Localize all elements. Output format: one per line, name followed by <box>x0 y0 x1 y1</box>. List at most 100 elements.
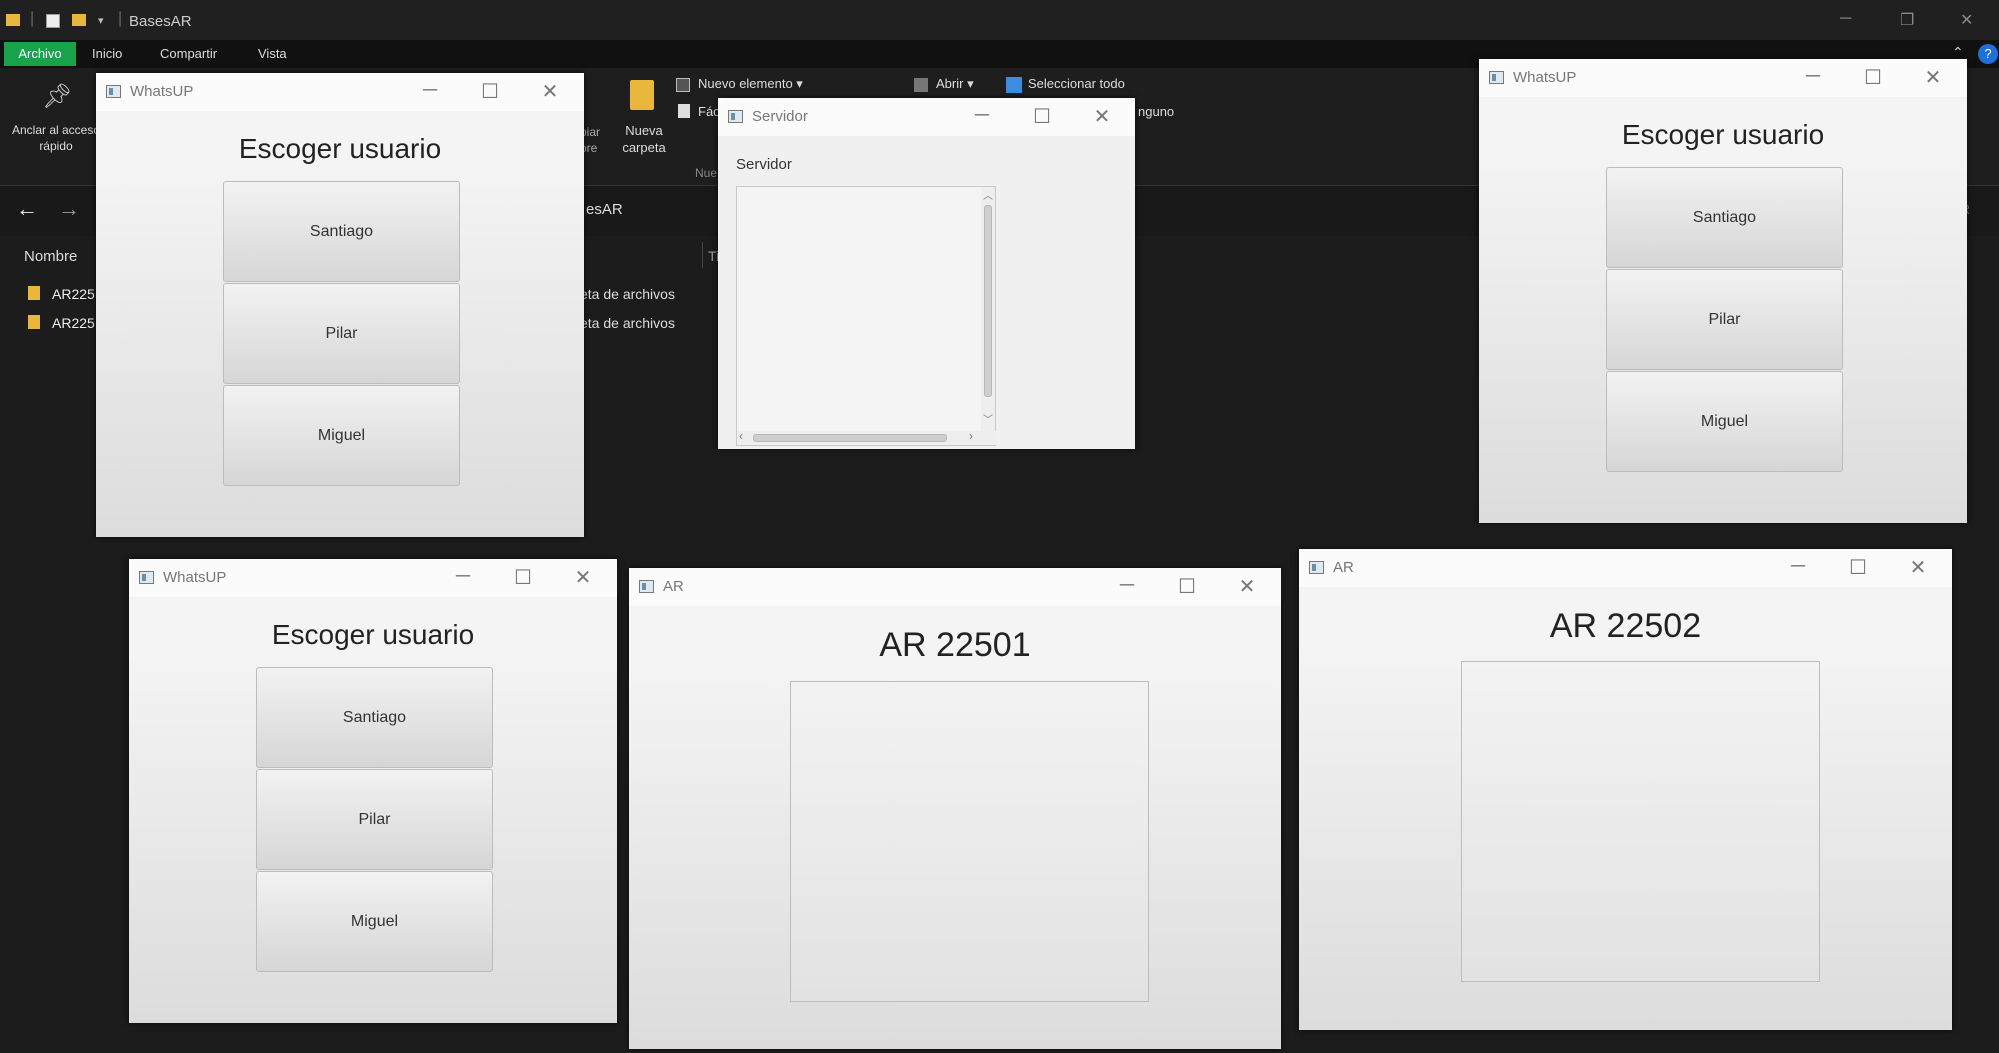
maximize-icon[interactable]: ☐ <box>509 565 537 590</box>
close-icon[interactable]: ✕ <box>536 79 564 104</box>
easy-access-button[interactable]: Fác <box>698 104 720 119</box>
window-titlebar: WhatsUP ─ ☐ ✕ <box>1479 59 1967 97</box>
ar-content-panel[interactable] <box>1461 661 1820 982</box>
new-item-icon <box>676 78 690 92</box>
close-icon[interactable]: ✕ <box>569 565 597 590</box>
user-button-santiago[interactable]: Santiago <box>1606 167 1843 268</box>
close-icon[interactable]: ✕ <box>1919 65 1947 90</box>
user-button-pilar[interactable]: Pilar <box>1606 269 1843 370</box>
minimize-icon[interactable]: ─ <box>1784 555 1812 578</box>
new-folder-quick-icon[interactable] <box>72 14 86 26</box>
ar-window: AR ─ ☐ ✕ AR 22501 <box>629 568 1281 1049</box>
new-group-label: Nue <box>695 166 718 180</box>
window-title: WhatsUP <box>163 569 227 586</box>
app-icon <box>1309 561 1324 574</box>
forward-arrow-icon[interactable]: → <box>58 196 80 222</box>
select-none-button[interactable]: nguno <box>1138 104 1174 119</box>
folder-icon <box>28 286 40 300</box>
window-title: AR <box>663 578 684 595</box>
window-titlebar: WhatsUP ─ ☐ ✕ <box>96 73 584 111</box>
maximize-icon[interactable]: ☐ <box>476 79 504 104</box>
easy-access-icon <box>678 104 690 118</box>
window-titlebar: AR ─ ☐ ✕ <box>629 568 1281 606</box>
ar-content-panel[interactable] <box>790 681 1149 1002</box>
choose-user-heading: Escoger usuario <box>271 619 475 650</box>
close-icon[interactable]: ✕ <box>1088 104 1116 129</box>
scroll-up-icon[interactable]: ︿ <box>983 187 993 202</box>
app-icon <box>139 571 154 584</box>
window-titlebar: AR ─ ☐ ✕ <box>1299 549 1952 587</box>
minimize-icon[interactable]: ─ <box>449 565 477 588</box>
select-all-icon <box>1006 77 1022 93</box>
horizontal-scrollbar[interactable]: ‹ › <box>737 429 997 445</box>
servidor-label: Servidor <box>736 156 792 173</box>
vertical-scrollbar[interactable]: ︿ ﹀ <box>981 187 995 431</box>
close-icon[interactable]: ✕ <box>1904 555 1932 580</box>
choose-user-heading: Escoger usuario <box>238 133 442 164</box>
minimize-icon[interactable]: ─ <box>968 104 996 127</box>
help-icon[interactable]: ? <box>1978 44 1998 64</box>
user-button-pilar[interactable]: Pilar <box>256 769 493 870</box>
user-button-santiago[interactable]: Santiago <box>256 667 493 768</box>
column-header-name[interactable]: Nombre <box>24 248 77 265</box>
scroll-thumb[interactable] <box>984 205 992 397</box>
folder-icon <box>6 14 20 26</box>
scroll-down-icon[interactable]: ﹀ <box>983 411 993 426</box>
minimize-icon[interactable]: ─ <box>416 79 444 102</box>
whatsup-window: WhatsUP ─ ☐ ✕ Escoger usuario Santiago P… <box>96 73 584 537</box>
menu-archivo[interactable]: Archivo <box>4 42 76 66</box>
scroll-left-icon[interactable]: ‹ <box>739 429 743 443</box>
ar-heading: AR 22501 <box>879 626 1031 664</box>
file-type: eta de archivos <box>580 286 675 302</box>
close-icon[interactable]: ✕ <box>1960 10 1973 30</box>
quick-access-dropdown-icon[interactable]: ▾ <box>98 14 104 27</box>
new-folder-button[interactable]: Nueva carpeta <box>618 122 670 156</box>
maximize-icon[interactable]: ☐ <box>1028 104 1056 129</box>
file-type: eta de archivos <box>580 315 675 331</box>
close-icon[interactable]: ✕ <box>1233 574 1261 599</box>
explorer-title: BasesAR <box>129 13 192 30</box>
scroll-thumb[interactable] <box>753 434 947 442</box>
maximize-icon[interactable]: ☐ <box>1173 574 1201 599</box>
scroll-right-icon[interactable]: › <box>969 429 973 443</box>
menu-compartir[interactable]: Compartir <box>160 46 217 61</box>
window-titlebar: WhatsUP ─ ☐ ✕ <box>129 559 617 597</box>
back-arrow-icon[interactable]: ← <box>16 196 38 222</box>
user-button-miguel[interactable]: Miguel <box>1606 371 1843 472</box>
whatsup-window: WhatsUP ─ ☐ ✕ Escoger usuario Santiago P… <box>129 559 617 1023</box>
open-button[interactable]: Abrir ▾ <box>936 76 974 92</box>
explorer-titlebar: | ▾ | BasesAR ─ ❐ ✕ <box>0 0 1999 40</box>
file-name: AR225 <box>52 286 95 302</box>
restore-icon[interactable]: ❐ <box>1900 10 1914 30</box>
minimize-icon[interactable]: ─ <box>1113 574 1141 597</box>
window-title: WhatsUP <box>1513 69 1577 86</box>
user-button-santiago[interactable]: Santiago <box>223 181 460 282</box>
window-title: WhatsUP <box>130 83 194 100</box>
address-bar[interactable]: esAR <box>586 201 623 218</box>
new-item-button[interactable]: Nuevo elemento ▾ <box>698 76 803 92</box>
pin-quick-access-button[interactable]: Anclar al acceso rápido <box>8 122 104 154</box>
column-divider <box>702 242 703 268</box>
menu-inicio[interactable]: Inicio <box>92 46 122 61</box>
properties-icon[interactable] <box>46 14 60 28</box>
app-icon <box>639 580 654 593</box>
maximize-icon[interactable]: ☐ <box>1844 555 1872 580</box>
server-log-textarea[interactable]: ︿ ﹀ ‹ › <box>736 186 997 446</box>
servidor-window: Servidor ─ ☐ ✕ Servidor ︿ ﹀ ‹ › <box>718 98 1135 449</box>
user-button-miguel[interactable]: Miguel <box>256 871 493 972</box>
user-button-miguel[interactable]: Miguel <box>223 385 460 486</box>
user-button-pilar[interactable]: Pilar <box>223 283 460 384</box>
open-icon <box>914 78 928 92</box>
file-name: AR225 <box>52 315 95 331</box>
ar-window: AR ─ ☐ ✕ AR 22502 <box>1299 549 1952 1030</box>
menu-vista[interactable]: Vista <box>258 46 287 61</box>
maximize-icon[interactable]: ☐ <box>1859 65 1887 90</box>
app-icon <box>728 110 743 123</box>
pin-icon: 📌︎ <box>42 83 73 110</box>
window-title: Servidor <box>752 108 808 125</box>
minimize-icon[interactable]: ─ <box>1840 10 1851 28</box>
minimize-icon[interactable]: ─ <box>1799 65 1827 88</box>
new-folder-icon <box>630 80 654 110</box>
app-icon <box>106 85 121 98</box>
select-all-button[interactable]: Seleccionar todo <box>1028 76 1125 91</box>
